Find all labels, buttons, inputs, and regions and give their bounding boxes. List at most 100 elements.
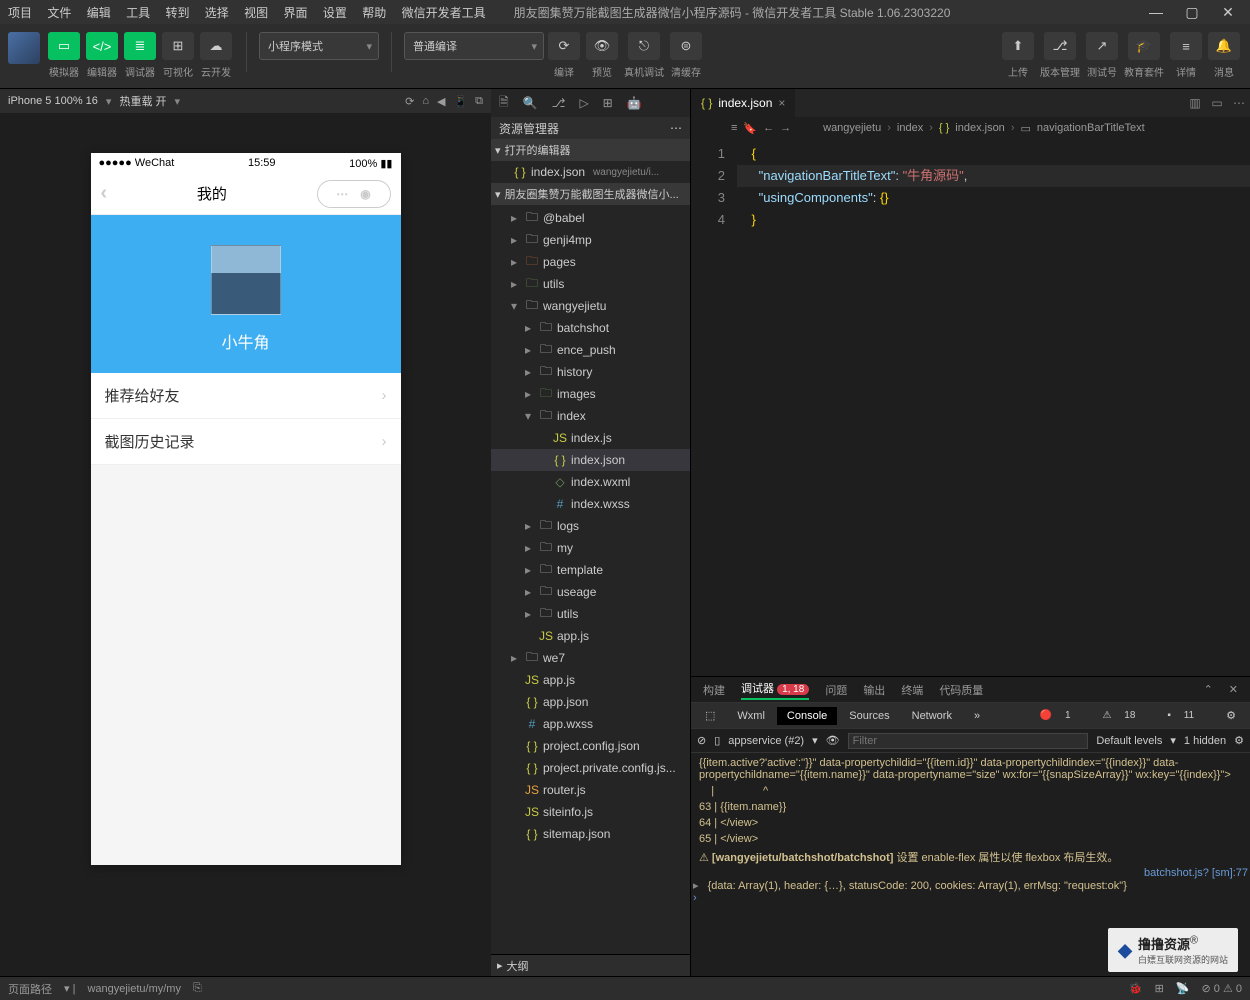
hidden-count[interactable]: 1 hidden	[1184, 735, 1226, 747]
nav-left-icon[interactable]: ←	[763, 122, 774, 134]
cloud-button[interactable]: ☁	[200, 32, 232, 60]
phone-icon[interactable]: 📱	[453, 95, 467, 108]
nav-right-icon[interactable]: →	[780, 122, 791, 134]
tree-item[interactable]: # index.wxss	[491, 493, 690, 515]
console-settings-icon[interactable]: ⚙	[1234, 734, 1244, 747]
tree-item[interactable]: ▸🗀 history	[491, 361, 690, 383]
inspect-icon[interactable]: ⬚	[695, 706, 725, 725]
tree-item[interactable]: { } project.private.config.js...	[491, 757, 690, 779]
tab-close-icon[interactable]: ×	[778, 96, 785, 110]
tree-item[interactable]: { } index.json	[491, 449, 690, 471]
compile-select[interactable]: 普通编译	[404, 32, 544, 60]
tree-item[interactable]: ▸🗀 ence_push	[491, 339, 690, 361]
refresh-icon[interactable]: ⟳	[405, 95, 414, 108]
editor-tab[interactable]: { }index.json×	[691, 89, 795, 117]
nav-back-icon[interactable]: ‹	[101, 182, 108, 205]
list-item-recommend[interactable]: 推荐给好友›	[91, 373, 401, 419]
error-status[interactable]: ⊘ 0 ⚠ 0	[1202, 982, 1242, 995]
warn-count[interactable]: ⚠ 18	[1093, 707, 1156, 724]
page-path[interactable]: wangyejietu/my/my	[87, 983, 181, 995]
tree-item[interactable]: ▸🗀 logs	[491, 515, 690, 537]
menu-goto[interactable]: 转到	[165, 6, 189, 20]
project-header[interactable]: ▾朋友圈集赞万能截图生成器微信小...	[491, 183, 690, 205]
bug-icon[interactable]: 🐞	[1129, 982, 1143, 995]
menu-file[interactable]: 文件	[47, 6, 71, 20]
menu-select[interactable]: 选择	[205, 6, 229, 20]
devtools-settings-icon[interactable]: ⚙	[1216, 706, 1246, 725]
tab-quality[interactable]: 代码质量	[939, 682, 983, 698]
tab-build[interactable]: 构建	[703, 682, 725, 698]
tree-item[interactable]: JS router.js	[491, 779, 690, 801]
tree-item[interactable]: JS app.js	[491, 625, 690, 647]
open-editors-header[interactable]: ▾打开的编辑器	[491, 139, 690, 161]
tree-item[interactable]: ▸🗀 genji4mp	[491, 229, 690, 251]
tree-item[interactable]: { } project.config.json	[491, 735, 690, 757]
tree-item[interactable]: ▸🗀 we7	[491, 647, 690, 669]
devtab-network[interactable]: Network	[902, 707, 962, 725]
remote-debug-button[interactable]: ⎋	[628, 32, 660, 60]
detail-button[interactable]: ≡	[1170, 32, 1202, 60]
hot-reload-toggle[interactable]: 热重载 开	[119, 93, 166, 109]
layout-icon[interactable]: ▭	[1206, 96, 1228, 110]
menu-project[interactable]: 项目	[8, 6, 32, 20]
menu-help[interactable]: 帮助	[362, 6, 386, 20]
simulator-button[interactable]: ▭	[48, 32, 80, 60]
tab-terminal[interactable]: 终端	[901, 682, 923, 698]
menu-tools[interactable]: 工具	[126, 6, 150, 20]
upload-button[interactable]: ⬆	[1002, 32, 1034, 60]
tree-item[interactable]: ▸🗀 batchshot	[491, 317, 690, 339]
tree-item[interactable]: JS app.js	[491, 669, 690, 691]
open-editor-item[interactable]: { }index.jsonwangyejietu/i...	[491, 161, 690, 183]
tree-item[interactable]: { } sitemap.json	[491, 823, 690, 845]
menu-view[interactable]: 视图	[244, 6, 268, 20]
robot-icon[interactable]: 🤖	[627, 96, 642, 110]
tree-item[interactable]: ▸🗀 utils	[491, 273, 690, 295]
copy-icon[interactable]: ⎘	[193, 982, 202, 995]
error-count[interactable]: 🔴 1	[1030, 707, 1091, 724]
more-icon[interactable]: ⋯	[1228, 96, 1250, 110]
visualize-button[interactable]: ⊞	[162, 32, 194, 60]
tab-problems[interactable]: 问题	[825, 682, 847, 698]
tree-item[interactable]: ▸🗀 useage	[491, 581, 690, 603]
tree-item[interactable]: # app.wxss	[491, 713, 690, 735]
breadcrumb[interactable]: ≡ 🔖 ← → wangyejietu› index› { }index.jso…	[691, 117, 1250, 139]
panel-close-icon[interactable]: ✕	[1229, 683, 1238, 696]
tab-output[interactable]: 输出	[863, 682, 885, 698]
debugger-button[interactable]: ≣	[124, 32, 156, 60]
version-button[interactable]: ⎇	[1044, 32, 1076, 60]
more-icon[interactable]: ⋯	[670, 121, 682, 135]
list-item-history[interactable]: 截图历史记录›	[91, 419, 401, 465]
plugin-icon[interactable]: ⊞	[1155, 982, 1164, 995]
tree-item[interactable]: ▸🗀 @babel	[491, 207, 690, 229]
close-icon[interactable]: ✕	[1214, 4, 1242, 21]
capsule-button[interactable]: ⋯◉	[317, 180, 391, 208]
test-button[interactable]: ↗	[1086, 32, 1118, 60]
message-button[interactable]: 🔔	[1208, 32, 1240, 60]
sidebar-icon[interactable]: ▯	[714, 734, 720, 747]
chevron-up-icon[interactable]: ⌃	[1204, 683, 1213, 696]
filter-input[interactable]	[848, 733, 1089, 749]
tree-item[interactable]: ▸🗀 my	[491, 537, 690, 559]
home-icon[interactable]: ⌂	[422, 95, 429, 107]
ext-icon[interactable]: ⊞	[603, 96, 613, 110]
tree-item[interactable]: JS index.js	[491, 427, 690, 449]
levels-select[interactable]: Default levels	[1096, 735, 1162, 747]
tree-item[interactable]: ◇ index.wxml	[491, 471, 690, 493]
preview-button[interactable]: 👁	[586, 32, 618, 60]
profile-avatar[interactable]	[211, 245, 281, 315]
maximize-icon[interactable]: ▢	[1178, 4, 1206, 21]
compile-button[interactable]: ⟳	[548, 32, 580, 60]
tree-item[interactable]: ▸🗀 images	[491, 383, 690, 405]
search-icon[interactable]: 🔍	[523, 96, 538, 110]
tree-item[interactable]: ▸🗀 template	[491, 559, 690, 581]
devtab-wxml[interactable]: Wxml	[727, 707, 775, 725]
tab-debugger[interactable]: 调试器 1, 18	[741, 680, 809, 700]
tree-item[interactable]: ▸🗀 utils	[491, 603, 690, 625]
clear-cache-button[interactable]: ⊜	[670, 32, 702, 60]
minimize-icon[interactable]: —	[1142, 4, 1170, 21]
branch-icon[interactable]: ⎇	[552, 96, 566, 110]
clear-icon[interactable]: ⊘	[697, 734, 706, 747]
bookmark-icon[interactable]: 🔖	[743, 122, 757, 135]
tree-item[interactable]: JS siteinfo.js	[491, 801, 690, 823]
tree-item[interactable]: ▸🗀 pages	[491, 251, 690, 273]
